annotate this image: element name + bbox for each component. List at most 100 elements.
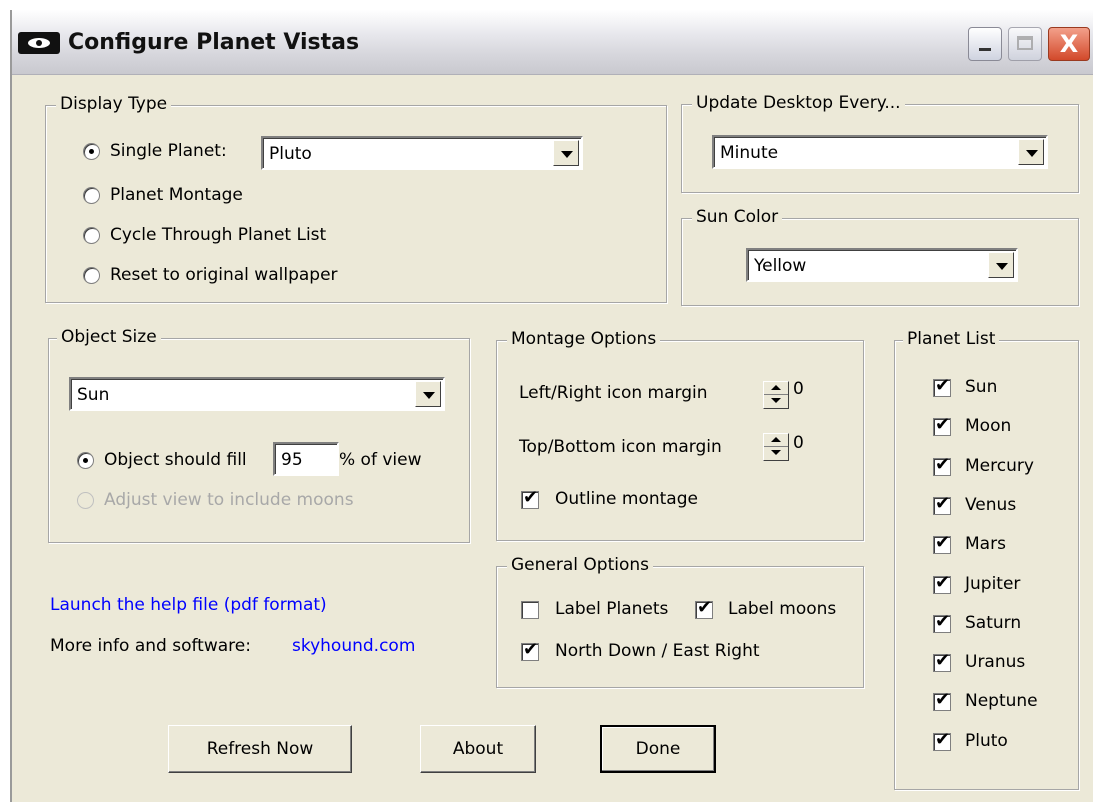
planet-label-mars[interactable]: Mars — [965, 534, 1006, 554]
radio-single-planet-label[interactable]: Single Planet: — [110, 141, 227, 161]
general-options-group: General Options Label Planets ✔ Label mo… — [496, 555, 864, 688]
label-planets-label[interactable]: Label Planets — [555, 599, 668, 619]
radio-reset-wallpaper[interactable] — [83, 267, 100, 284]
display-type-legend: Display Type — [56, 94, 172, 114]
radio-single-planet[interactable] — [83, 143, 100, 160]
minimize-icon — [979, 48, 991, 51]
planet-checkbox-pluto[interactable]: ✔ — [933, 729, 951, 751]
north-down-checkbox[interactable]: ✔ — [521, 639, 539, 661]
tb-margin-label: Top/Bottom icon margin — [519, 437, 722, 457]
planet-checkbox-saturn[interactable]: ✔ — [933, 611, 951, 633]
maximize-icon — [1017, 36, 1033, 50]
radio-cycle-planet-list[interactable] — [83, 227, 100, 244]
close-icon: X — [1059, 30, 1079, 58]
planet-checkbox-mars[interactable]: ✔ — [933, 532, 951, 555]
tb-margin-value: 0 — [793, 433, 804, 453]
label-planets-checkbox[interactable] — [521, 601, 539, 619]
planet-select[interactable]: Pluto — [261, 136, 583, 170]
check-icon: ✔ — [935, 571, 951, 593]
sun-color-select[interactable]: Yellow — [746, 248, 1018, 282]
object-fill-percent-field[interactable] — [279, 449, 339, 471]
display-type-group: Display Type Single Planet: Pluto Planet… — [45, 94, 667, 303]
planet-label-sun[interactable]: Sun — [965, 377, 997, 397]
planet-label-saturn[interactable]: Saturn — [965, 613, 1021, 633]
object-select-dropdown-icon[interactable] — [415, 381, 441, 407]
object-fill-label[interactable]: Object should fill — [104, 450, 247, 470]
planet-label-mercury[interactable]: Mercury — [965, 456, 1034, 476]
planet-label-neptune[interactable]: Neptune — [965, 691, 1038, 711]
object-size-group: Object Size Sun Object should fill % of … — [48, 327, 470, 543]
planet-checkbox-jupiter[interactable]: ✔ — [933, 572, 951, 594]
outline-montage-label[interactable]: Outline montage — [555, 489, 698, 509]
outline-montage-checkbox[interactable]: ✔ — [521, 487, 539, 509]
object-select[interactable]: Sun — [69, 377, 445, 411]
window-title: Configure Planet Vistas — [68, 30, 360, 55]
more-info-label: More info and software: — [50, 636, 251, 656]
planet-checkbox-neptune[interactable]: ✔ — [933, 689, 951, 712]
radio-planet-montage-label[interactable]: Planet Montage — [110, 185, 243, 205]
update-interval-select[interactable]: Minute — [712, 135, 1048, 169]
lr-margin-label: Left/Right icon margin — [519, 383, 708, 403]
skyhound-link[interactable]: skyhound.com — [292, 636, 415, 656]
planet-checkbox-mercury[interactable]: ✔ — [933, 454, 951, 476]
update-interval-value: Minute — [720, 143, 779, 163]
check-icon: ✔ — [935, 650, 951, 672]
refresh-now-button[interactable]: Refresh Now — [168, 725, 352, 773]
radio-planet-montage[interactable] — [83, 187, 100, 204]
planet-list-group: Planet List ✔ Sun ✔ Moon ✔ Mercury ✔ Venus ✔ Mars… — [894, 329, 1079, 790]
planet-checkbox-venus[interactable]: ✔ — [933, 493, 951, 515]
update-interval-dropdown-icon[interactable] — [1018, 139, 1044, 165]
radio-object-fill[interactable] — [77, 452, 94, 469]
lr-margin-value: 0 — [793, 379, 804, 399]
spinner-down-icon — [771, 398, 781, 403]
object-fill-percent-input[interactable] — [273, 442, 339, 476]
check-icon: ✔ — [935, 610, 951, 632]
minimize-button[interactable] — [968, 27, 1002, 61]
check-icon: ✔ — [935, 375, 951, 396]
help-file-link[interactable]: Launch the help file (pdf format) — [50, 595, 327, 615]
planet-label-uranus[interactable]: Uranus — [965, 652, 1025, 672]
radio-cycle-planet-list-label[interactable]: Cycle Through Planet List — [110, 225, 326, 245]
close-button[interactable]: X — [1048, 27, 1090, 61]
object-fill-suffix: % of view — [339, 450, 422, 470]
montage-options-group: Montage Options Left/Right icon margin 0… — [496, 329, 864, 541]
planet-list-legend: Planet List — [903, 329, 1000, 349]
spinner-up-icon — [771, 385, 781, 390]
object-size-legend: Object Size — [57, 327, 161, 347]
lr-margin-spinner[interactable] — [763, 381, 789, 409]
update-desktop-legend: Update Desktop Every... — [692, 93, 905, 113]
app-eye-icon — [18, 32, 60, 54]
update-desktop-group: Update Desktop Every... Minute — [681, 93, 1079, 193]
label-moons-checkbox[interactable]: ✔ — [695, 597, 713, 619]
radio-adjust-moons — [77, 492, 94, 509]
sun-color-dropdown-icon[interactable] — [988, 252, 1014, 278]
check-icon: ✔ — [935, 689, 951, 711]
tb-margin-spinner[interactable] — [763, 433, 789, 461]
planet-label-jupiter[interactable]: Jupiter — [965, 574, 1020, 594]
about-button[interactable]: About — [420, 725, 536, 773]
outline-montage-check-icon: ✔ — [523, 487, 539, 508]
sun-color-group: Sun Color Yellow — [681, 207, 1079, 306]
adjust-moons-label: Adjust view to include moons — [104, 490, 354, 510]
check-icon: ✔ — [935, 728, 951, 750]
sun-color-value: Yellow — [754, 256, 807, 276]
planet-select-dropdown-icon[interactable] — [553, 140, 579, 166]
general-options-legend: General Options — [507, 555, 653, 575]
planet-checkbox-uranus[interactable]: ✔ — [933, 650, 951, 673]
title-bar[interactable]: Configure Planet Vistas X — [12, 10, 1093, 75]
north-down-label[interactable]: North Down / East Right — [555, 641, 760, 661]
planet-label-moon[interactable]: Moon — [965, 416, 1011, 436]
done-button[interactable]: Done — [600, 725, 716, 773]
montage-options-legend: Montage Options — [507, 329, 661, 349]
label-moons-label[interactable]: Label moons — [728, 599, 836, 619]
radio-reset-wallpaper-label[interactable]: Reset to original wallpaper — [110, 265, 338, 285]
check-icon: ✔ — [935, 532, 951, 554]
check-icon: ✔ — [935, 492, 951, 514]
maximize-button[interactable] — [1008, 27, 1042, 61]
object-select-value: Sun — [77, 385, 110, 405]
planet-checkbox-moon[interactable]: ✔ — [933, 414, 951, 437]
planet-label-venus[interactable]: Venus — [965, 495, 1016, 515]
planet-select-value: Pluto — [269, 144, 312, 164]
planet-label-pluto[interactable]: Pluto — [965, 731, 1008, 751]
planet-checkbox-sun[interactable]: ✔ — [933, 375, 951, 397]
